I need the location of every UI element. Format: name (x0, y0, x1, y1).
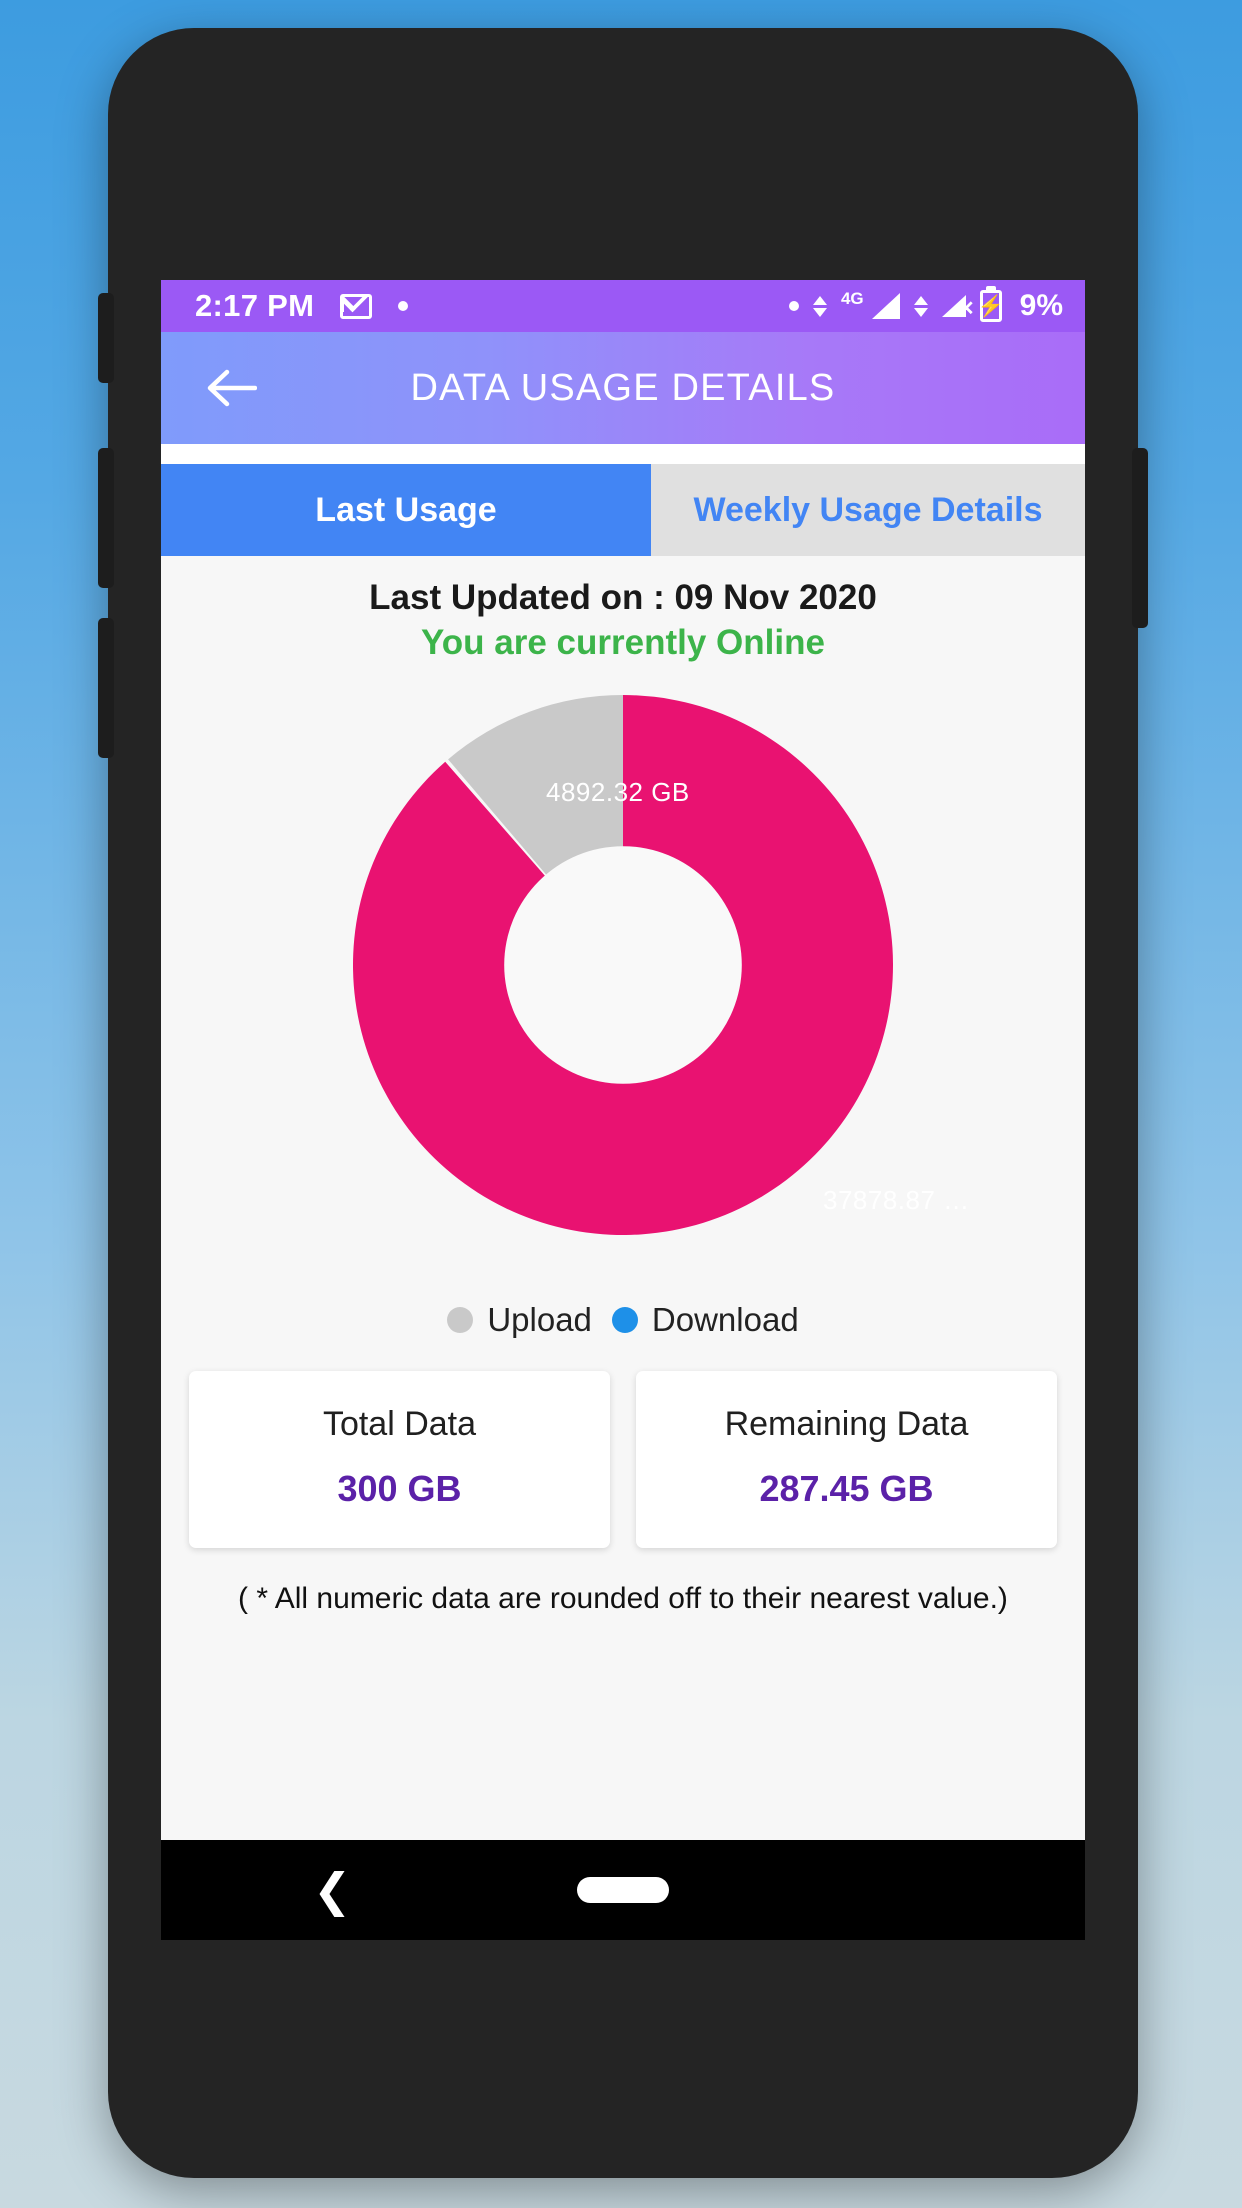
status-bar: 2:17 PM 4G ✕ ⚡ 9% (161, 280, 1085, 332)
gmail-icon (340, 293, 373, 319)
legend-item-download[interactable]: Download (611, 1301, 799, 1339)
card-total-data[interactable]: Total Data 300 GB (189, 1371, 610, 1548)
status-dot-icon (788, 301, 799, 311)
legend-label-download: Download (651, 1301, 799, 1338)
legend-dot-download-icon (611, 1307, 638, 1333)
card-total-data-value: 300 GB (337, 1468, 462, 1509)
network-type-label: 4G (840, 289, 864, 308)
phone-frame: 2:17 PM 4G ✕ ⚡ 9% DATA USAGE DETAILS Las… (98, 28, 1148, 2178)
power-button[interactable] (1132, 448, 1148, 628)
android-nav-bar: ❮ (161, 1840, 1085, 1940)
data-arrows-secondary-icon (913, 295, 928, 317)
nav-back-chevron-icon[interactable]: ❮ (313, 1867, 352, 1913)
legend-label-upload: Upload (487, 1301, 592, 1338)
card-total-data-title: Total Data (322, 1405, 477, 1443)
signal-no-service-icon: ✕ (941, 295, 975, 320)
donut-label-upload: 4892.32 GB (546, 777, 690, 807)
app-bar: DATA USAGE DETAILS (161, 332, 1085, 444)
tab-strip: Last Usage Weekly Usage Details (161, 444, 1085, 556)
legend-dot-upload-icon (447, 1307, 474, 1333)
mute-switch-button[interactable] (98, 293, 114, 383)
chart-legend: Upload Download (161, 1301, 1085, 1339)
stat-cards: Total Data 300 GB Remaining Data 287.45 … (161, 1371, 1085, 1548)
content-area: Last Updated on : 09 Nov 2020 You are cu… (161, 556, 1085, 1940)
footnote-text: ( * All numeric data are rounded off to … (238, 1582, 1008, 1615)
tab-weekly-usage-details[interactable]: Weekly Usage Details (651, 464, 1085, 556)
last-updated-label: Last Updated on : 09 Nov 2020 (369, 578, 877, 617)
donut-svg (353, 695, 893, 1235)
donut-label-download: 37878.87 … (823, 1185, 970, 1215)
data-arrows-icon (812, 295, 827, 317)
status-bar-right: 4G ✕ ⚡ 9% (788, 289, 1063, 323)
tab-last-usage[interactable]: Last Usage (161, 464, 651, 556)
battery-charging-icon: ⚡ (978, 290, 1004, 322)
nav-home-pill-icon[interactable] (577, 1877, 669, 1903)
status-time: 2:17 PM (195, 288, 315, 323)
volume-up-button[interactable] (98, 448, 114, 588)
notification-dot-icon (398, 301, 409, 311)
card-remaining-data[interactable]: Remaining Data 287.45 GB (636, 1371, 1057, 1548)
legend-item-upload[interactable]: Upload (447, 1301, 592, 1339)
volume-down-button[interactable] (98, 618, 114, 758)
status-bar-left: 2:17 PM (195, 288, 789, 324)
card-remaining-data-title: Remaining Data (724, 1405, 969, 1443)
page-title: DATA USAGE DETAILS (410, 366, 836, 409)
signal-icon (871, 293, 900, 319)
phone-screen: 2:17 PM 4G ✕ ⚡ 9% DATA USAGE DETAILS Las… (161, 280, 1085, 1940)
donut-hole (504, 846, 742, 1084)
online-status-label: You are currently Online (421, 623, 825, 662)
back-arrow-icon[interactable] (195, 352, 267, 424)
data-usage-donut-chart: 4892.32 GB 37878.87 … (278, 695, 970, 1295)
battery-percent-label: 9% (1019, 289, 1063, 322)
card-remaining-data-value: 287.45 GB (759, 1468, 934, 1509)
